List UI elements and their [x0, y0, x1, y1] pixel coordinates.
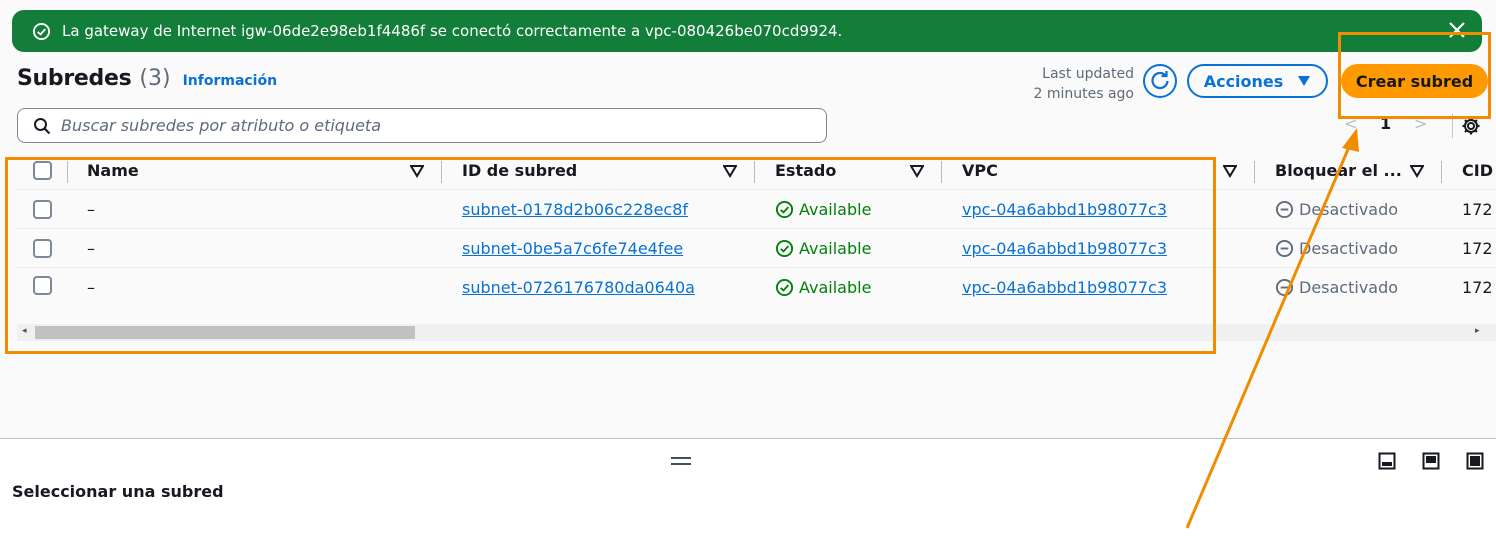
column-header-subnet-id[interactable]: ID de subred [462, 161, 577, 180]
status-text: Available [799, 200, 872, 219]
column-header-name[interactable]: Name [87, 161, 139, 180]
table-row[interactable]: – subnet-0726176780da0640a Available vpc… [17, 268, 1496, 307]
actions-label: Acciones [1203, 71, 1284, 91]
table-row[interactable]: – subnet-0be5a7c6fe74e4fee Available vpc… [17, 229, 1496, 268]
minus-circle-icon [1275, 200, 1294, 219]
panel-hide-icon[interactable] [1466, 452, 1484, 470]
cell-status: Available [775, 278, 871, 297]
column-divider [941, 161, 942, 183]
sort-icon[interactable] [723, 164, 737, 178]
column-divider [441, 161, 442, 183]
last-updated: Last updated 2 minutes ago [1030, 64, 1134, 104]
current-page[interactable]: 1 [1380, 114, 1391, 133]
prev-page-button[interactable]: < [1344, 114, 1357, 133]
column-divider [67, 161, 68, 183]
actions-button[interactable]: Acciones [1187, 64, 1328, 98]
table-head: Name ID de subred Estado VPC Bloquear el… [17, 152, 1496, 190]
caret-down-icon [1298, 76, 1311, 86]
column-header-cidr[interactable]: CID [1462, 161, 1493, 180]
status-text: Available [799, 239, 872, 258]
horizontal-scrollbar[interactable]: ◂ ▸ [17, 324, 1496, 341]
resize-handle-icon[interactable] [670, 456, 692, 466]
cell-name: – [87, 239, 95, 258]
block-text: Desactivado [1299, 200, 1399, 219]
column-divider [1254, 161, 1255, 183]
subnets-table: Name ID de subred Estado VPC Bloquear el… [17, 152, 1496, 347]
cell-vpc[interactable]: vpc-04a6abbd1b98077c3 [962, 278, 1167, 297]
cell-subnet-id[interactable]: subnet-0178d2b06c228ec8f [462, 200, 688, 219]
column-header-status[interactable]: Estado [775, 161, 836, 180]
check-circle-icon [775, 278, 794, 297]
sort-icon[interactable] [1223, 164, 1237, 178]
cell-subnet-id[interactable]: subnet-0be5a7c6fe74e4fee [462, 239, 683, 258]
check-circle-icon [775, 200, 794, 219]
refresh-button[interactable] [1143, 64, 1177, 98]
block-text: Desactivado [1299, 239, 1399, 258]
scroll-left-arrow-icon[interactable]: ◂ [22, 326, 27, 336]
minus-circle-icon [1275, 239, 1294, 258]
minus-circle-icon [1275, 278, 1294, 297]
info-link[interactable]: Información [183, 73, 278, 89]
cell-status: Available [775, 200, 871, 219]
create-subnet-button[interactable]: Crear subred [1341, 64, 1488, 98]
cell-name: – [87, 200, 95, 219]
subnet-count: (3) [139, 66, 171, 91]
cell-cidr: 172 [1462, 200, 1493, 219]
cell-vpc[interactable]: vpc-04a6abbd1b98077c3 [962, 200, 1167, 219]
sort-icon[interactable] [410, 164, 424, 178]
select-all-checkbox[interactable] [33, 161, 52, 180]
sort-icon[interactable] [910, 164, 924, 178]
column-header-vpc[interactable]: VPC [962, 161, 998, 180]
panel-bottom-icon[interactable] [1378, 452, 1396, 470]
row-checkbox[interactable] [33, 200, 52, 219]
table-row[interactable]: – subnet-0178d2b06c228ec8f Available vpc… [17, 190, 1496, 229]
flash-message: La gateway de Internet igw-06de2e98eb1f4… [62, 22, 843, 40]
cell-block: Desactivado [1275, 278, 1398, 297]
check-circle-icon [775, 239, 794, 258]
last-updated-value: 2 minutes ago [1033, 86, 1134, 102]
refresh-icon [1151, 71, 1169, 90]
scroll-right-arrow-icon[interactable]: ▸ [1475, 326, 1480, 336]
scrollbar-thumb[interactable] [35, 326, 415, 339]
column-divider [754, 161, 755, 183]
next-page-button[interactable]: > [1414, 114, 1427, 133]
column-divider [1441, 161, 1442, 183]
cell-status: Available [775, 239, 871, 258]
row-checkbox[interactable] [33, 239, 52, 258]
panel-side-icon[interactable] [1422, 452, 1440, 470]
split-panel [0, 439, 1496, 550]
cell-block: Desactivado [1275, 200, 1398, 219]
cell-vpc[interactable]: vpc-04a6abbd1b98077c3 [962, 239, 1167, 258]
table-header: Subredes (3) Información [17, 66, 277, 91]
search-input[interactable]: Buscar subredes por atributo o etiqueta [17, 108, 827, 143]
split-panel-title: Seleccionar una subred [12, 482, 224, 501]
search-placeholder: Buscar subredes por atributo o etiqueta [61, 116, 382, 135]
close-icon[interactable] [1446, 19, 1468, 41]
search-icon [34, 117, 51, 134]
cell-cidr: 172 [1462, 239, 1493, 258]
status-text: Available [799, 278, 872, 297]
cell-subnet-id[interactable]: subnet-0726176780da0640a [462, 278, 695, 297]
split-panel-divider [0, 438, 1496, 439]
pagination-divider [1452, 114, 1453, 138]
sort-icon[interactable] [1410, 164, 1424, 178]
cell-name: – [87, 278, 95, 297]
gear-icon[interactable] [1461, 116, 1481, 136]
row-checkbox[interactable] [33, 276, 52, 295]
last-updated-label: Last updated [1042, 66, 1134, 82]
page-title: Subredes [17, 66, 132, 91]
success-flash: La gateway de Internet igw-06de2e98eb1f4… [12, 10, 1482, 52]
check-circle-icon [32, 22, 51, 40]
cell-block: Desactivado [1275, 239, 1398, 258]
block-text: Desactivado [1299, 278, 1399, 297]
cell-cidr: 172 [1462, 278, 1493, 297]
column-header-block[interactable]: Bloquear el ... [1275, 161, 1402, 180]
vpc-subnets-page: La gateway de Internet igw-06de2e98eb1f4… [0, 0, 1496, 550]
